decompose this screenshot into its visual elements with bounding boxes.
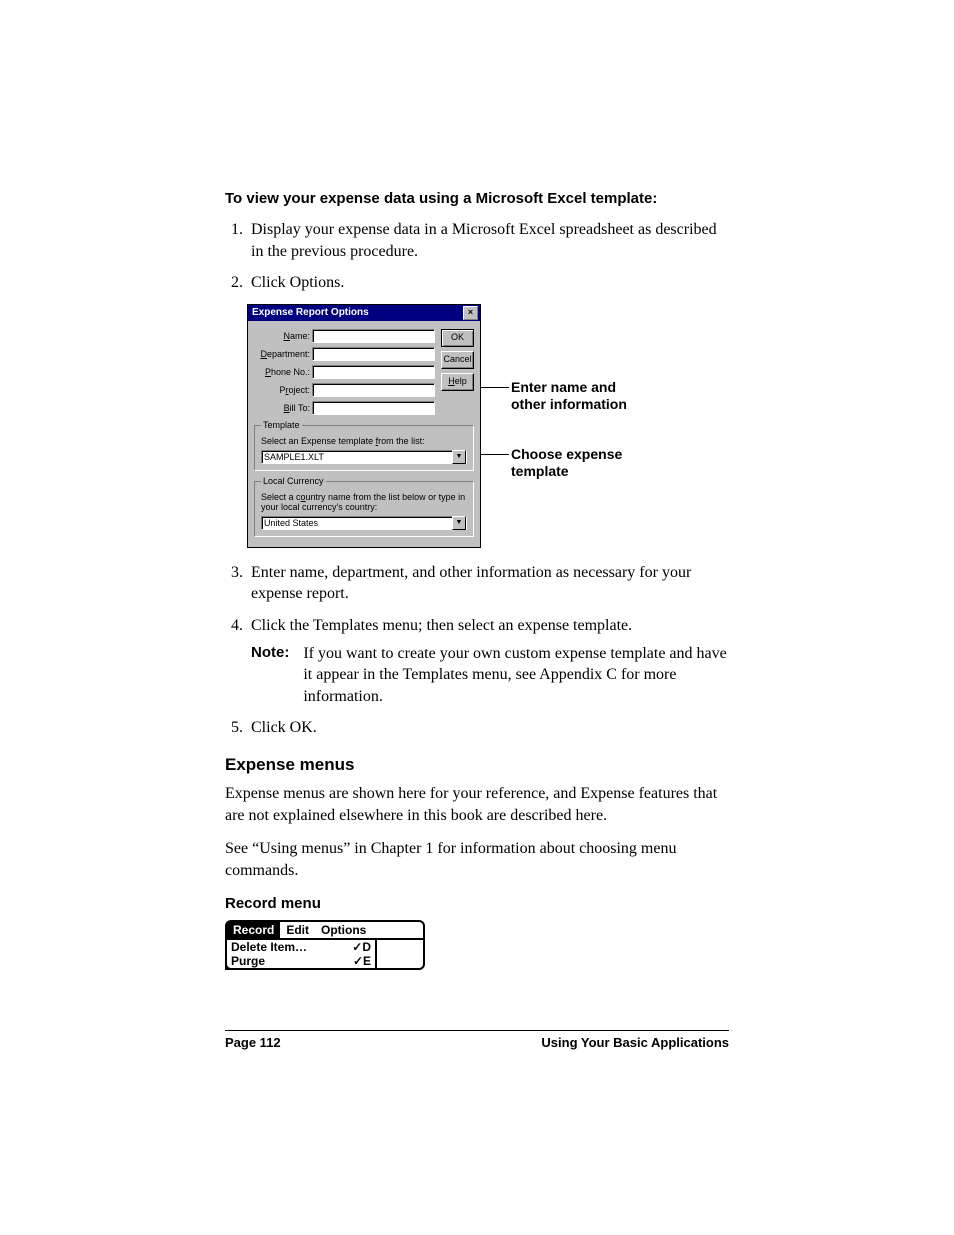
menu-item-label: Purge: [231, 954, 265, 968]
phone-label: Phone No.:: [254, 367, 310, 377]
callout-line: Enter name and: [511, 379, 627, 396]
tab-options[interactable]: Options: [315, 922, 372, 938]
step-3: Enter name, department, and other inform…: [247, 562, 729, 605]
project-label: Project:: [254, 385, 310, 395]
template-instruction: Select an Expense template from the list…: [261, 436, 467, 446]
chevron-down-icon[interactable]: ▼: [452, 450, 466, 464]
template-combobox[interactable]: SAMPLE1.XLT ▼: [261, 450, 467, 464]
menu-item-delete[interactable]: Delete Item… ✓D: [227, 940, 375, 954]
callout-enter-name: Enter name and other information: [511, 379, 627, 413]
page-number: Page 112: [225, 1035, 281, 1050]
billto-field[interactable]: [312, 401, 435, 415]
dialog-title: Expense Report Options: [252, 307, 369, 318]
callout-line: Choose expense: [511, 446, 627, 463]
menu-item-purge[interactable]: Purge ✓E: [227, 954, 375, 968]
template-group: Template Select an Expense template from…: [254, 425, 474, 471]
currency-combobox[interactable]: United States ▼: [261, 516, 467, 530]
template-value: SAMPLE1.XLT: [264, 452, 324, 462]
procedure-title: To view your expense data using a Micros…: [225, 190, 729, 207]
ok-button[interactable]: OK: [441, 329, 474, 347]
step-5: Click OK.: [247, 717, 729, 739]
step-2: Click Options.: [247, 272, 729, 294]
record-menu-heading: Record menu: [225, 895, 729, 912]
phone-field[interactable]: [312, 365, 435, 379]
note-label: Note:: [251, 643, 289, 708]
close-icon[interactable]: ×: [463, 306, 478, 320]
footer-title: Using Your Basic Applications: [541, 1035, 729, 1050]
callout-line: template: [511, 463, 627, 480]
expense-menus-heading: Expense menus: [225, 755, 729, 775]
project-field[interactable]: [312, 383, 435, 397]
name-field[interactable]: [312, 329, 435, 343]
currency-value: United States: [264, 518, 318, 528]
template-legend: Template: [261, 420, 302, 430]
menu-item-shortcut: ✓D: [352, 940, 371, 954]
menu-item-label: Delete Item…: [231, 940, 307, 954]
palm-menu-screenshot: Record Edit Options Delete Item… ✓D Purg…: [225, 920, 425, 970]
callout-choose-template: Choose expense template: [511, 446, 627, 480]
name-label: Name:: [254, 331, 310, 341]
tab-edit[interactable]: Edit: [280, 922, 315, 938]
department-field[interactable]: [312, 347, 435, 361]
currency-instruction: Select a country name from the list belo…: [261, 492, 467, 512]
step-1: Display your expense data in a Microsoft…: [247, 219, 729, 262]
currency-legend: Local Currency: [261, 476, 326, 486]
local-currency-group: Local Currency Select a country name fro…: [254, 481, 474, 537]
billto-label: Bill To:: [254, 403, 310, 413]
tab-record[interactable]: Record: [227, 922, 280, 938]
callout-line: other information: [511, 396, 627, 413]
step-4-text: Click the Templates menu; then select an…: [251, 617, 632, 634]
menu-item-shortcut: ✓E: [353, 954, 371, 968]
footer-rule: [225, 1030, 729, 1031]
department-label: Department:: [254, 349, 310, 359]
step-4: Click the Templates menu; then select an…: [247, 615, 729, 707]
expense-menus-para-1: Expense menus are shown here for your re…: [225, 783, 729, 826]
note-text: If you want to create your own custom ex…: [303, 643, 729, 708]
chevron-down-icon[interactable]: ▼: [452, 516, 466, 530]
help-button[interactable]: Help: [441, 373, 474, 391]
cancel-button[interactable]: Cancel: [441, 351, 474, 369]
expense-menus-para-2: See “Using menus” in Chapter 1 for infor…: [225, 838, 729, 881]
expense-report-options-dialog: Expense Report Options × Name: Departmen…: [247, 304, 481, 548]
